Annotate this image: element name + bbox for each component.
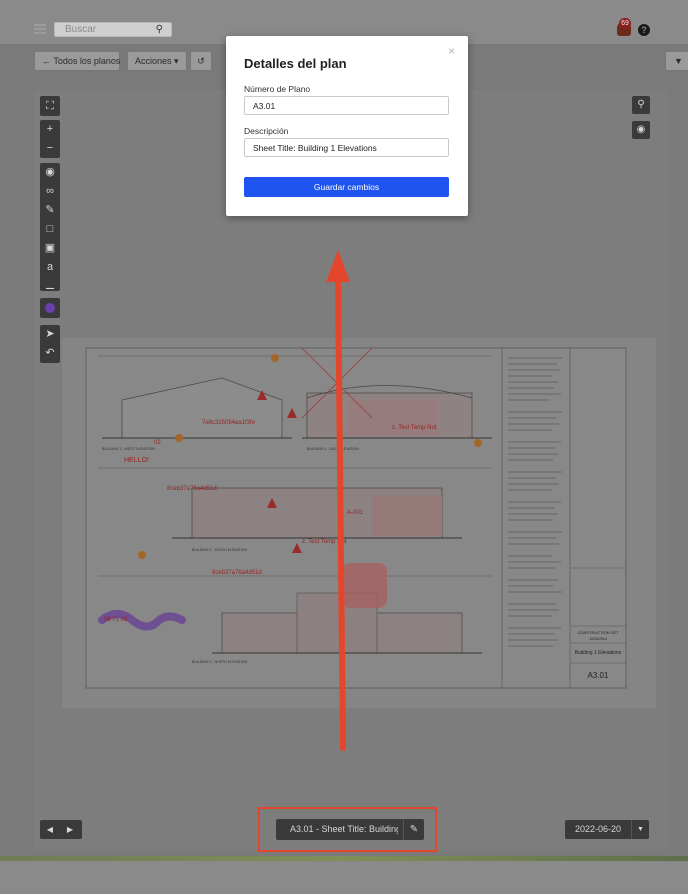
next-sheet-icon[interactable]: ▶ [60,820,80,839]
title-block-number: A3.01 [588,671,609,680]
search-box[interactable]: ⚲ [54,22,172,37]
all-plans-button[interactable]: ← Todos los planos [34,51,120,71]
pen-icon[interactable]: ✎ [40,201,60,220]
plan-number-input[interactable] [244,96,449,115]
south-elevation [172,487,462,539]
title-block-set: CONSTRUCTION SET [577,630,619,635]
visibility-icon[interactable]: ◉ [632,121,650,139]
markup-label[interactable]: 8ceb37a76a4d51d [212,570,262,576]
stamp-icon[interactable]: ▣ [40,239,60,258]
footer [0,861,688,894]
title-block-name: Building 1 Elevations [575,650,622,656]
markup-label[interactable]: z. Test Temp Not [302,539,347,545]
page-navigation: ◀ ▶ [40,820,82,839]
search-icon[interactable]: ⚲ [156,24,163,35]
drawing-sheet: 7e8c325094aa1f3fe 02 HELLO! 8ceb37a76a4d… [62,338,656,708]
version-date-label[interactable]: 2022-06-20 [565,820,631,839]
text-tool-icon[interactable]: a [40,258,60,277]
drawing-canvas: 7e8c325094aa1f3fe 02 HELLO! 8ceb37a76a4d… [85,347,627,689]
plan-details-modal: Detalles del plan × Número de Plano Desc… [226,36,468,216]
markup-tools: ◉ ∞ ✎ □ ▣ a ⚊ [40,163,60,292]
pin-icon[interactable]: ◉ [40,163,60,182]
help-icon[interactable]: ? [638,24,650,36]
markup-label[interactable]: 8ceb37a76a4d51d [167,486,217,492]
link-icon[interactable]: ∞ [40,182,60,201]
zoom-out-icon[interactable]: − [40,139,60,158]
markup-label[interactable]: 08 71 00 [104,617,128,623]
search-sheet-icon[interactable]: ⚲ [632,96,650,114]
prev-sheet-icon[interactable]: ◀ [40,820,60,839]
actions-button[interactable]: Acciones ▾ [127,51,187,71]
search-input[interactable] [65,23,145,36]
markup-label[interactable]: A-001 [347,510,364,516]
markup-label[interactable]: 7e8c325094aa1f3fe [202,420,256,426]
description-input[interactable] [244,138,449,157]
close-icon[interactable]: × [448,44,455,58]
markup-label[interactable]: HELLO! [124,457,149,464]
zoom-in-icon[interactable]: + [40,120,60,139]
menu-icon[interactable] [34,24,46,34]
notification-badge: 69 [619,18,631,29]
highlight-box [258,807,437,852]
elevation-title: BUILDING 1 - SOUTH ELEVATION [192,548,247,552]
elevation-title: BUILDING 1 - EAST ELEVATION [307,447,359,451]
ruler-icon[interactable]: ⚊ [40,277,60,296]
title-block-date: 10/26/2014 [589,637,607,641]
markup-label[interactable]: z. Test Temp Not [392,425,437,431]
plan-number-label: Número de Plano [244,84,311,94]
undo-icon[interactable]: ↶ [40,344,60,363]
select-arrow-icon[interactable]: ➤ [40,325,60,344]
elevation-title: BUILDING 1 - NORTH ELEVATION [192,660,248,664]
color-picker-icon[interactable] [40,298,60,318]
history-icon: ↺ [197,56,205,66]
fullscreen-icon[interactable]: ⛶ [40,96,60,116]
markup-label[interactable]: 02 [154,440,161,446]
version-date-selector[interactable]: 2022-06-20 ▼ [565,820,649,839]
shapes-icon[interactable]: □ [40,220,60,239]
modal-title: Detalles del plan [244,56,347,71]
save-changes-button[interactable]: Guardar cambios [244,177,449,197]
elevation-title: BUILDING 1 - WEST ELEVATION [102,447,155,451]
select-controls: ➤ ↶ [40,325,60,363]
filter-button[interactable]: ▼ [665,51,688,71]
history-button[interactable]: ↺ [190,51,212,71]
zoom-controls: + − [40,120,60,158]
description-label: Descripción [244,126,289,136]
chevron-down-icon[interactable]: ▼ [631,820,649,839]
